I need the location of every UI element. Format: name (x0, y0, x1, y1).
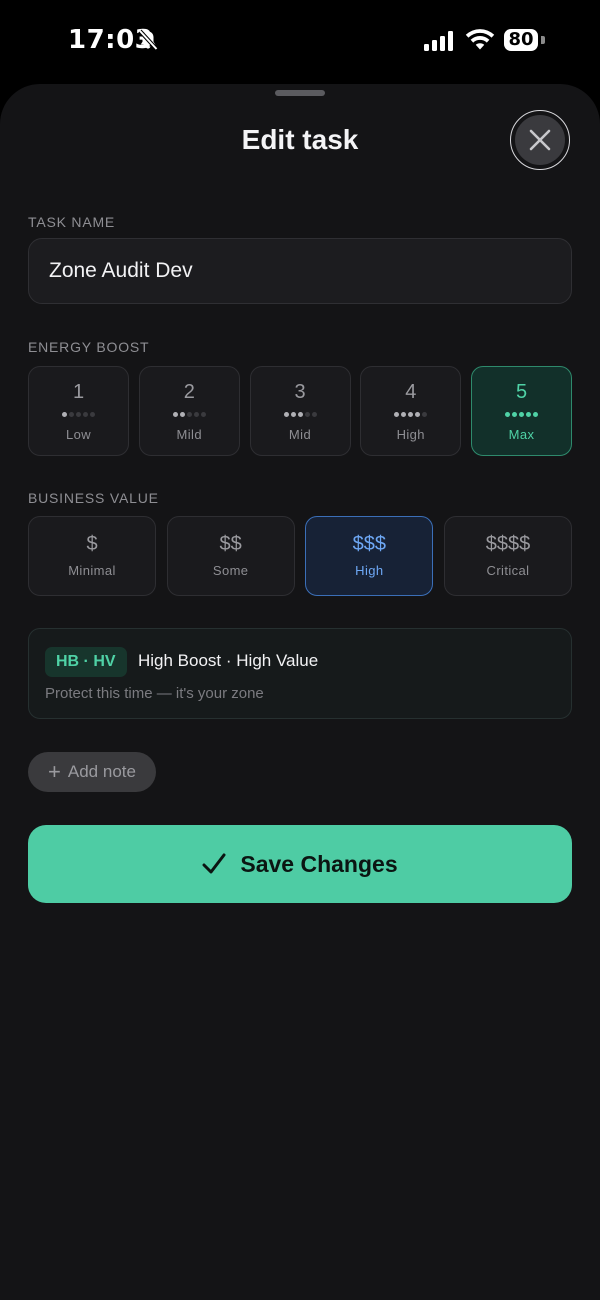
energy-dot (193, 412, 199, 417)
energy-option-label: Low (65, 427, 92, 442)
wifi-icon (465, 29, 495, 50)
energy-option-3[interactable]: 3 Mid (249, 366, 351, 456)
checkmark-icon (202, 853, 226, 874)
energy-dot (76, 412, 81, 417)
energy-option-number: 3 (294, 381, 306, 403)
value-option-label: High (355, 563, 384, 578)
energy-dot (505, 412, 510, 417)
close-icon (529, 129, 551, 151)
add-note-button[interactable]: + Add note (28, 752, 156, 792)
value-option-4[interactable]: $$$$ Critical (444, 516, 572, 596)
energy-boost-label: ENERGY BOOST (28, 339, 150, 355)
energy-dot (519, 412, 524, 417)
energy-dot (290, 412, 296, 417)
business-value-selector: $ Minimal $$ Some $$$ High $$$$ Critical (28, 516, 572, 596)
energy-dot (512, 412, 517, 417)
plus-icon: + (48, 759, 61, 784)
energy-option-number: 2 (183, 381, 195, 403)
save-changes-label: Save Changes (240, 850, 398, 877)
energy-dot (401, 412, 407, 417)
energy-level-dots (140, 412, 239, 418)
value-option-label: Critical (486, 563, 530, 578)
energy-dot (200, 412, 206, 417)
energy-dot (90, 412, 95, 417)
battery-tip (541, 36, 545, 44)
zone-summary-card: HB · HV High Boost · High Value Protect … (28, 628, 572, 719)
value-option-label: Some (212, 563, 249, 578)
task-name-label: TASK NAME (28, 214, 116, 230)
zone-badge: HB · HV (45, 647, 127, 677)
signal-icon (424, 31, 453, 51)
energy-level-dots (251, 412, 350, 418)
energy-dot (304, 412, 310, 417)
energy-dot (422, 412, 428, 417)
energy-dot (62, 412, 67, 417)
energy-option-number: 4 (405, 381, 417, 403)
energy-level-dots (361, 412, 460, 418)
task-name-input[interactable]: Zone Audit Dev (28, 238, 572, 304)
energy-dot (408, 412, 414, 417)
energy-dot (415, 412, 421, 417)
value-option-label: Minimal (68, 563, 116, 578)
value-option-1[interactable]: $ Minimal (28, 516, 156, 596)
energy-dot (179, 412, 185, 417)
value-option-symbol: $$$ (352, 533, 387, 555)
bell-slash-icon (138, 29, 158, 51)
energy-dot (69, 412, 74, 417)
business-value-label: BUSINESS VALUE (28, 490, 159, 506)
add-note-label: Add note (67, 762, 136, 781)
status-bar: 17:03 80 (0, 0, 600, 84)
energy-dot (394, 412, 400, 417)
save-changes-button[interactable]: Save Changes (28, 825, 572, 903)
energy-level-dots (29, 412, 128, 418)
zone-subtitle: Protect this time — it's your zone (45, 685, 264, 702)
energy-level-dots (472, 412, 571, 418)
zone-title: High Boost · High Value (138, 651, 319, 670)
value-option-2[interactable]: $$ Some (166, 516, 295, 596)
energy-option-number: 5 (515, 381, 528, 403)
value-option-3[interactable]: $$$ High (305, 516, 434, 596)
energy-dot (83, 412, 88, 417)
close-button-fill (515, 115, 565, 165)
energy-option-1[interactable]: 1 Low (28, 366, 129, 456)
energy-option-2[interactable]: 2 Mild (138, 366, 240, 456)
sheet-grabber[interactable] (275, 90, 325, 96)
value-option-symbol: $ (86, 533, 98, 555)
energy-boost-selector: 1 Low 2 Mild 3 Mid 4 High 5 Max (28, 366, 572, 456)
energy-option-label: Mid (288, 427, 312, 442)
energy-dot (186, 412, 192, 417)
energy-dot (283, 412, 289, 417)
energy-option-number: 1 (72, 381, 85, 403)
energy-option-label: High (396, 427, 425, 442)
energy-option-label: Mild (176, 427, 202, 442)
value-option-symbol: $$$$ (485, 533, 531, 555)
energy-dot (533, 412, 538, 417)
close-button[interactable] (510, 110, 570, 170)
energy-dot (297, 412, 303, 417)
energy-option-4[interactable]: 4 High (360, 366, 462, 456)
battery-indicator: 80 (504, 29, 538, 51)
energy-dot (526, 412, 531, 417)
energy-dot (311, 412, 317, 417)
task-name-value: Zone Audit Dev (49, 259, 193, 282)
energy-option-5[interactable]: 5 Max (471, 366, 572, 456)
value-option-symbol: $$ (219, 533, 242, 555)
edit-task-sheet: Edit task TASK NAME Zone Audit Dev ENERG… (0, 84, 600, 1300)
energy-dot (172, 412, 178, 417)
energy-option-label: Max (508, 427, 535, 442)
